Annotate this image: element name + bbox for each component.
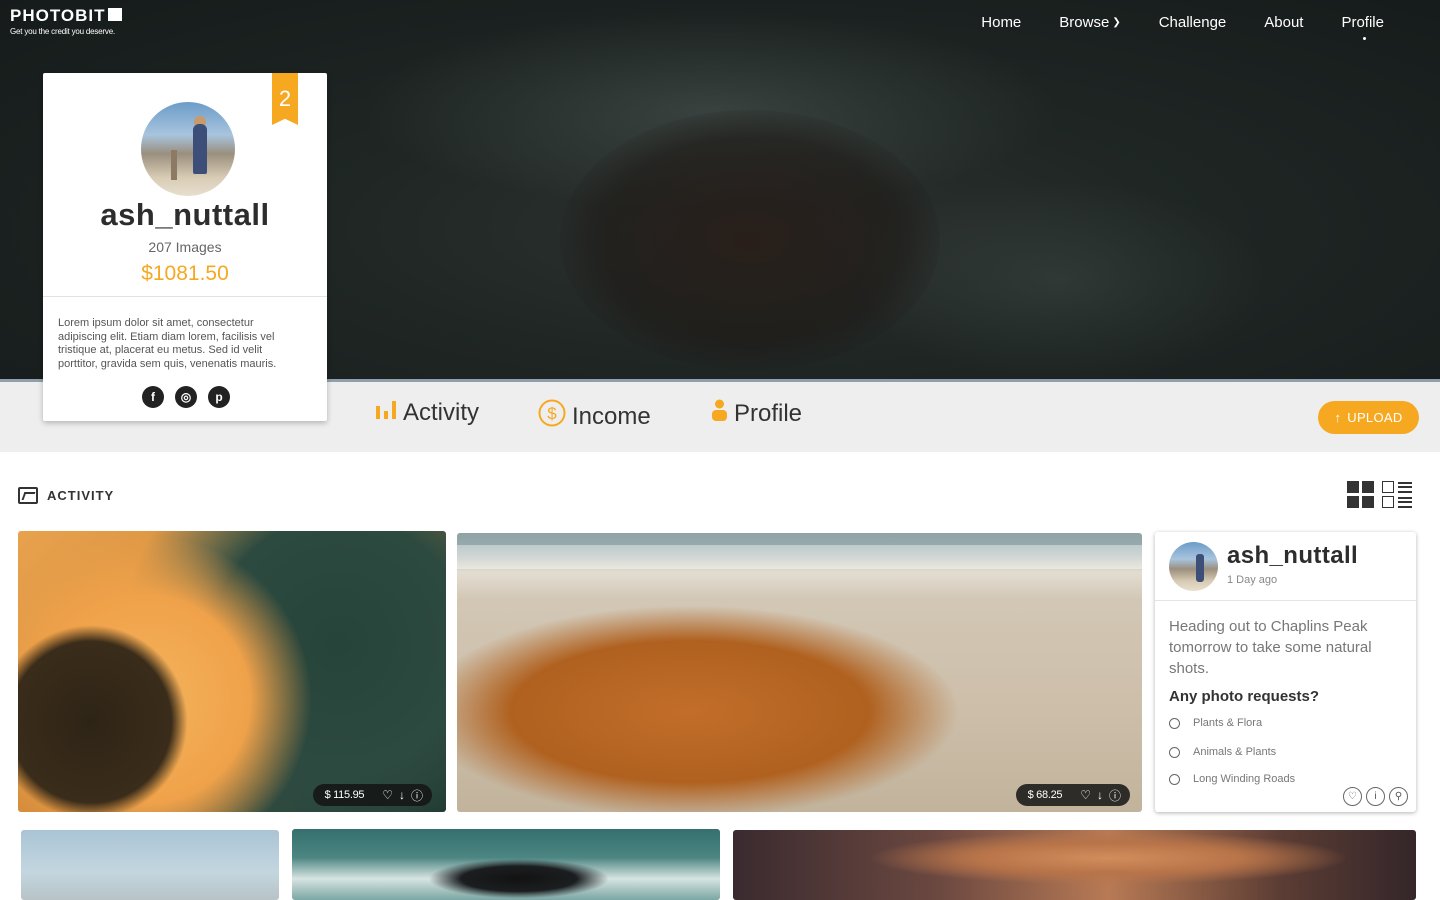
- radio-button[interactable]: [1169, 773, 1180, 785]
- list-row: [1382, 481, 1412, 493]
- nav-about[interactable]: About: [1264, 14, 1303, 31]
- post-actions: ♡ i ⚲: [1339, 787, 1408, 806]
- nav-browse[interactable]: Browse ❯: [1059, 14, 1120, 31]
- info-icon[interactable]: ⓘ: [411, 787, 423, 804]
- avatar[interactable]: [1169, 542, 1218, 591]
- poll-option[interactable]: Plants & Flora: [1169, 717, 1262, 729]
- location-pin-icon[interactable]: ⚲: [1389, 787, 1408, 806]
- poll-option[interactable]: Animals & Plants: [1169, 746, 1276, 758]
- grid-cell: [1362, 496, 1374, 508]
- post-question: Any photo requests?: [1169, 688, 1320, 705]
- logo-mark-icon: [107, 7, 122, 21]
- post-text: Heading out to Chaplins Peak tomorrow to…: [1169, 618, 1372, 677]
- person-icon: [711, 399, 728, 428]
- tab-activity[interactable]: Activity: [375, 399, 479, 427]
- social-links: f ◎ p: [142, 386, 241, 408]
- card-divider: [43, 296, 327, 297]
- dollar-circle-icon: $: [538, 399, 566, 434]
- pinterest-icon[interactable]: p: [208, 386, 230, 408]
- nav-home-label: Home: [981, 14, 1022, 31]
- grid-view-icon[interactable]: [1347, 481, 1374, 508]
- tab-income[interactable]: $ Income: [538, 399, 651, 434]
- download-icon[interactable]: ↓: [1097, 788, 1103, 802]
- nav-challenge-label: Challenge: [1158, 14, 1227, 31]
- photo-price-bar: $ 68.25 ♡ ↓ ⓘ: [1015, 784, 1130, 806]
- nav-browse-label: Browse: [1059, 14, 1110, 31]
- download-icon[interactable]: ↓: [399, 788, 405, 802]
- radio-button[interactable]: [1169, 746, 1180, 758]
- photo-cat[interactable]: [733, 830, 1416, 900]
- poll-option[interactable]: Long Winding Roads: [1169, 773, 1295, 785]
- heart-icon[interactable]: ♡: [382, 788, 393, 802]
- heart-icon[interactable]: ♡: [1080, 788, 1091, 802]
- tab-income-label: Income: [572, 402, 651, 430]
- info-icon[interactable]: ⓘ: [1109, 787, 1121, 804]
- gallery-icon: [18, 487, 38, 504]
- images-count: 207 Images: [148, 239, 222, 255]
- heart-icon[interactable]: ♡: [1343, 787, 1362, 806]
- logo-tagline: Get you the credit you deserve.: [10, 27, 115, 36]
- arrow-up-icon: ↑: [1334, 410, 1342, 425]
- photo-price: $ 115.95: [324, 789, 365, 801]
- nav-profile-label: Profile: [1341, 14, 1384, 31]
- logo-text: PHOTOBIT: [10, 6, 106, 25]
- upload-button[interactable]: ↑ UPLOAD: [1318, 401, 1419, 434]
- nav-profile[interactable]: Profile: [1341, 14, 1384, 40]
- poll-option-label: Plants & Flora: [1193, 717, 1263, 729]
- activity-section-header: ACTIVITY: [18, 487, 114, 504]
- grid-cell: [1347, 496, 1359, 508]
- avatar[interactable]: [141, 102, 235, 196]
- poll-option-label: Long Winding Roads: [1193, 773, 1296, 785]
- nav-challenge[interactable]: Challenge: [1159, 14, 1227, 31]
- post-card: ash_nuttall 1 Day ago Heading out to Cha…: [1155, 532, 1416, 812]
- photo-coast[interactable]: [21, 830, 279, 900]
- list-row: [1382, 496, 1412, 508]
- poll-option-label: Animals & Plants: [1193, 746, 1277, 758]
- nav-home[interactable]: Home: [981, 14, 1021, 31]
- upload-label: UPLOAD: [1347, 410, 1403, 425]
- photo-price: $ 68.25: [1027, 789, 1063, 801]
- activity-heading: ACTIVITY: [47, 488, 115, 503]
- photo-price-bar: $ 115.95 ♡ ↓ ⓘ: [312, 784, 432, 806]
- radio-button[interactable]: [1169, 717, 1180, 729]
- instagram-icon[interactable]: ◎: [175, 386, 197, 408]
- tab-profile[interactable]: Profile: [711, 399, 802, 428]
- hero-background-subject: [560, 110, 940, 370]
- photo-sunflower[interactable]: $ 115.95 ♡ ↓ ⓘ: [18, 531, 446, 812]
- post-username[interactable]: ash_nuttall: [1227, 542, 1358, 570]
- tab-activity-label: Activity: [403, 399, 480, 426]
- rank-ribbon: 2: [272, 73, 298, 125]
- post-timestamp: 1 Day ago: [1227, 574, 1278, 586]
- list-view-icon[interactable]: [1382, 481, 1412, 509]
- tab-profile-label: Profile: [734, 399, 803, 427]
- top-nav: Home Browse ❯ Challenge About Profile: [943, 14, 1384, 40]
- facebook-icon[interactable]: f: [142, 386, 164, 408]
- avatar-detail: [193, 124, 207, 174]
- profile-card: 2 ash_nuttall 207 Images $1081.50 Lorem …: [43, 73, 327, 421]
- logo[interactable]: PHOTOBIT Get you the credit you deserve.: [10, 6, 122, 36]
- nav-about-label: About: [1264, 14, 1304, 31]
- svg-text:$: $: [547, 404, 557, 423]
- bar-chart-icon: [375, 399, 397, 427]
- chevron-down-icon: ❯: [1112, 17, 1121, 28]
- profile-bio: Lorem ipsum dolor sit amet, consectetur …: [58, 317, 277, 370]
- avatar-detail: [1196, 554, 1204, 582]
- profile-username: ash_nuttall: [100, 197, 270, 232]
- photo-surf: [457, 545, 1142, 569]
- grid-cell: [1347, 481, 1359, 493]
- avatar-detail: [171, 150, 177, 180]
- grid-cell: [1362, 481, 1374, 493]
- photo-dog-beach[interactable]: $ 68.25 ♡ ↓ ⓘ: [457, 533, 1142, 812]
- earnings-total: $1081.50: [141, 262, 229, 285]
- info-icon[interactable]: i: [1366, 787, 1385, 806]
- post-divider: [1155, 600, 1416, 601]
- photo-dog-water[interactable]: [292, 829, 720, 900]
